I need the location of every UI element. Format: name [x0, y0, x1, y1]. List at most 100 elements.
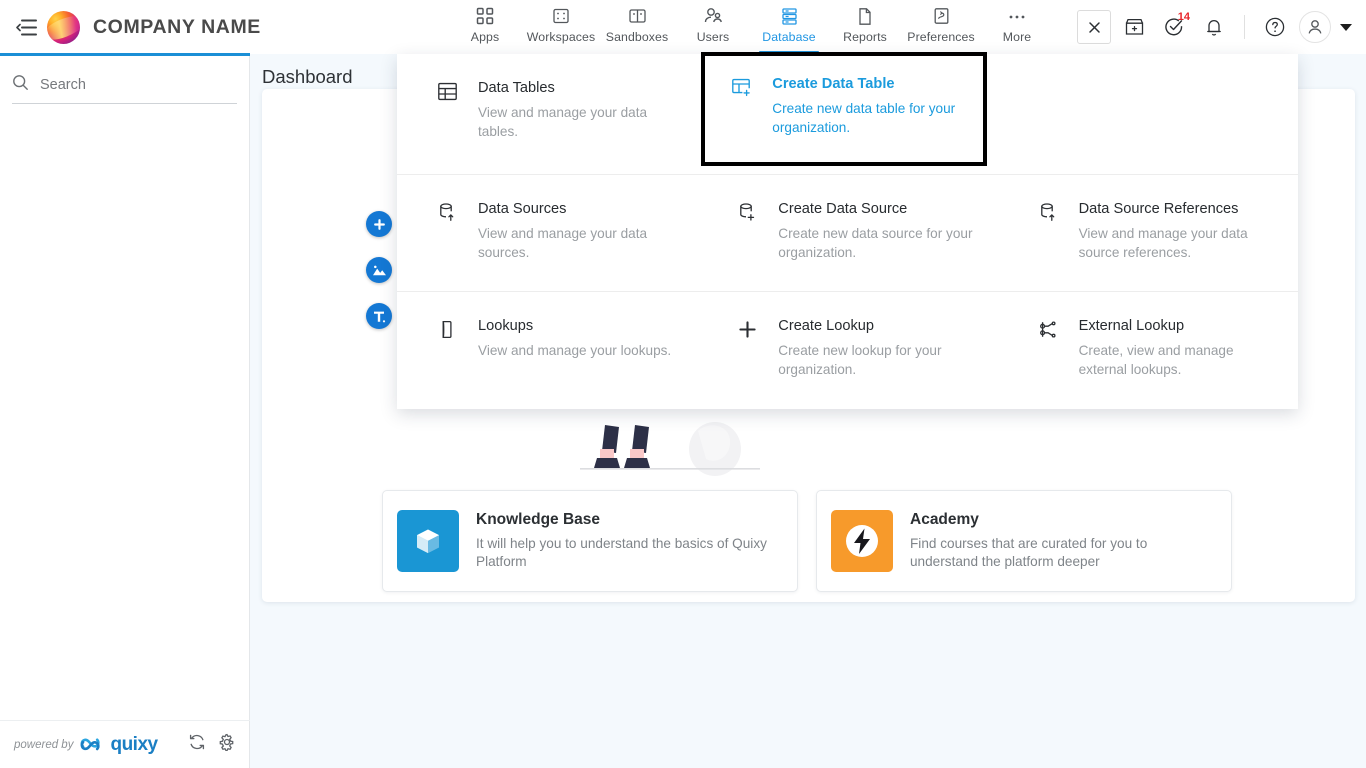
quixy-logo-icon — [80, 736, 104, 753]
tasks-check-icon[interactable]: 14 — [1157, 10, 1191, 44]
notifications-bell-icon[interactable] — [1197, 10, 1231, 44]
card-title: Knowledge Base — [476, 510, 601, 528]
menu-item-body: Data Sources View and manage your data s… — [478, 201, 673, 269]
menu-item-body: Lookups View and manage your lookups. — [478, 318, 671, 389]
marketplace-store-icon[interactable] — [1117, 10, 1151, 44]
menu-item-description: Create new data source for your organiza… — [778, 226, 973, 260]
nav-label: More — [1002, 30, 1032, 44]
more-ellipsis-icon — [1007, 5, 1027, 27]
nav-item-apps[interactable]: Apps — [447, 0, 523, 54]
search-icon — [12, 74, 29, 96]
nav-label: Workspaces — [526, 30, 596, 44]
database-dropdown-menu: Data Tables View and manage your data ta… — [397, 52, 1298, 411]
help-cards-row: Knowledge Base It will help you to under… — [382, 490, 1232, 592]
menu-item-title: Data Sources — [478, 201, 567, 217]
academy-lightning-icon — [831, 510, 893, 572]
menu-item-description: View and manage your data sources. — [478, 226, 648, 260]
nav-label: Database — [762, 30, 816, 44]
nav-item-more[interactable]: More — [979, 0, 1055, 54]
top-right-actions: 14 — [1077, 0, 1352, 54]
add-widget-fab[interactable] — [366, 211, 392, 237]
menu-item-title: Create Lookup — [778, 318, 875, 334]
menu-item-lookups[interactable]: Lookups View and manage your lookups. — [397, 292, 697, 411]
nav-item-sandboxes[interactable]: Sandboxes — [599, 0, 675, 54]
brand-name: COMPANY NAME — [93, 15, 261, 38]
menu-item-body: Create Data Source Create new data sourc… — [778, 201, 973, 269]
company-logo-icon — [47, 10, 80, 44]
external-lookup-icon — [1038, 319, 1062, 389]
top-navigation: Apps Workspaces Sandboxes Users Database… — [447, 0, 1055, 54]
page-title: Dashboard — [262, 66, 353, 87]
data-source-reference-icon — [1038, 202, 1062, 269]
menu-item-description: Create, view and manage external lookups… — [1078, 343, 1234, 377]
collapse-menu-icon[interactable] — [9, 10, 43, 44]
sidebar-footer-actions — [188, 733, 236, 756]
menu-item-data-tables[interactable]: Data Tables View and manage your data ta… — [397, 54, 697, 174]
user-avatar-icon[interactable] — [1298, 10, 1332, 44]
help-question-icon[interactable] — [1258, 10, 1292, 44]
nav-label: Users — [696, 30, 730, 44]
menu-item-title: Data Source References — [1078, 201, 1239, 217]
divider — [1244, 15, 1245, 39]
users-icon — [703, 5, 723, 27]
menu-item-body: External Lookup Create, view and manage … — [1079, 318, 1274, 389]
nav-item-users[interactable]: Users — [675, 0, 751, 54]
menu-item-empty-slot — [998, 54, 1298, 174]
knowledge-base-card[interactable]: Knowledge Base It will help you to under… — [382, 490, 798, 592]
sidebar-search[interactable] — [12, 74, 237, 104]
tasks-badge-count: 14 — [1177, 11, 1190, 23]
brand[interactable]: COMPANY NAME — [47, 10, 261, 44]
menu-item-body: Create Data Table Create new data table … — [772, 76, 971, 144]
add-image-fab[interactable] — [366, 257, 392, 283]
dropdown-row: Data Tables View and manage your data ta… — [397, 52, 1298, 175]
menu-item-body: Data Source References View and manage y… — [1079, 201, 1274, 269]
sandboxes-icon — [628, 5, 647, 27]
dropdown-row: Lookups View and manage your lookups. Cr… — [397, 292, 1298, 411]
nav-item-database[interactable]: Database — [751, 0, 827, 54]
card-description: It will help you to understand the basic… — [476, 535, 767, 569]
menu-item-description: View and manage your data source referen… — [1078, 226, 1248, 260]
menu-item-description: View and manage your lookups. — [478, 343, 672, 358]
refresh-icon[interactable] — [188, 733, 206, 756]
menu-item-title: Create Data Source — [778, 201, 908, 217]
search-input[interactable] — [40, 77, 220, 93]
nav-label: Sandboxes — [605, 30, 669, 44]
dashboard-fab-group — [366, 211, 392, 329]
sidebar-footer: powered by quixy — [0, 720, 250, 768]
knowledge-base-cube-icon — [397, 510, 459, 572]
sidebar-accent-rule — [0, 53, 250, 56]
menu-item-create-data-table[interactable]: Create Data Table Create new data table … — [701, 52, 988, 166]
reports-document-icon — [857, 5, 873, 27]
nav-item-preferences[interactable]: Preferences — [903, 0, 979, 54]
plus-icon — [737, 319, 761, 389]
top-bar: COMPANY NAME Apps Workspaces Sandboxes U… — [0, 0, 1366, 54]
workspaces-icon — [552, 5, 570, 27]
menu-item-create-lookup[interactable]: Create Lookup Create new lookup for your… — [697, 292, 997, 411]
menu-item-title: External Lookup — [1078, 318, 1185, 334]
nav-item-workspaces[interactable]: Workspaces — [523, 0, 599, 54]
menu-item-external-lookup[interactable]: External Lookup Create, view and manage … — [998, 292, 1298, 411]
chevron-down-icon[interactable] — [1340, 23, 1352, 31]
close-icon[interactable] — [1077, 10, 1111, 44]
academy-card[interactable]: Academy Find courses that are curated fo… — [816, 490, 1232, 592]
nav-label: Reports — [843, 30, 887, 44]
settings-gear-icon[interactable] — [218, 733, 236, 756]
menu-item-create-data-source[interactable]: Create Data Source Create new data sourc… — [697, 175, 997, 291]
knowledge-base-text: Knowledge Base It will help you to under… — [476, 511, 776, 572]
nav-label: Preferences — [907, 30, 975, 44]
menu-item-data-sources[interactable]: Data Sources View and manage your data s… — [397, 175, 697, 291]
menu-item-body: Create Lookup Create new lookup for your… — [778, 318, 973, 389]
menu-item-title: Data Tables — [478, 80, 555, 96]
add-text-fab[interactable] — [366, 303, 392, 329]
create-data-source-icon — [737, 202, 761, 269]
empty-state-illustration — [580, 422, 760, 476]
create-data-table-icon — [731, 77, 755, 144]
menu-item-data-source-references[interactable]: Data Source References View and manage y… — [998, 175, 1298, 291]
apps-grid-icon — [476, 5, 494, 27]
menu-item-description: Create new lookup for your organization. — [778, 343, 942, 377]
menu-item-create-data-table-wrapper: Create Data Table Create new data table … — [697, 52, 997, 174]
nav-item-reports[interactable]: Reports — [827, 0, 903, 54]
menu-item-title: Create Data Table — [772, 76, 895, 92]
data-table-icon — [437, 81, 461, 152]
card-title: Academy — [910, 510, 979, 528]
